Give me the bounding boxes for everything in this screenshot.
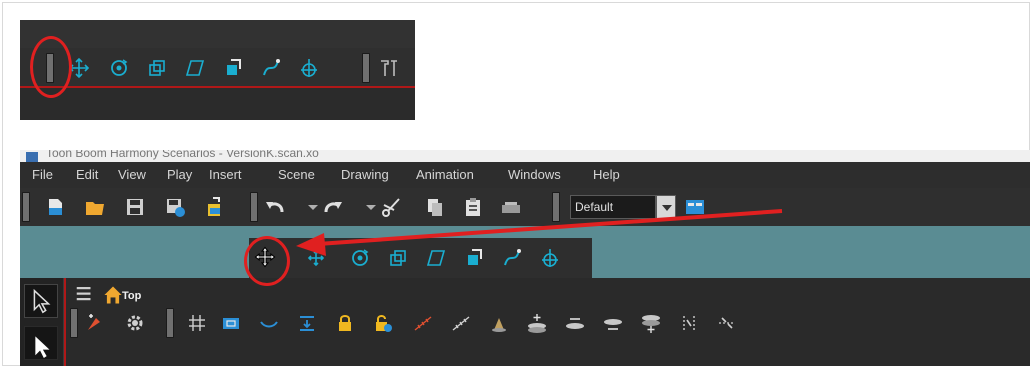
edit-toolbar-handle[interactable] [250,192,258,222]
library-icon[interactable] [500,196,522,218]
tools-sidebar [20,278,64,366]
reset-trace-icon[interactable] [450,312,472,334]
flip-scale-icon[interactable] [488,312,510,334]
animate-icon[interactable] [539,247,561,269]
file-toolbar-handle[interactable] [22,192,30,222]
new-scene-icon[interactable] [44,196,66,218]
settings-gear-icon[interactable] [124,312,146,334]
menu-bar: File Edit View Play Insert Scene Drawing… [20,162,1030,188]
app-icon [26,152,38,162]
layer-minus-icon[interactable] [602,312,624,334]
node-toolbar-handle-2[interactable] [166,308,174,338]
distribute-icon[interactable] [716,312,738,334]
toolbar-end-handle[interactable] [362,53,370,83]
menu-insert[interactable]: Insert [209,167,242,182]
spline-offset-icon[interactable] [260,57,282,79]
lock-add-icon[interactable] [372,312,394,334]
chevron-down-icon [662,205,672,211]
spline-offset-icon[interactable] [501,247,523,269]
light-table-icon[interactable] [296,312,318,334]
maintain-size-icon[interactable] [222,57,244,79]
cut-icon[interactable] [380,196,402,218]
animate-icon[interactable] [298,57,320,79]
menu-play[interactable]: Play [167,167,192,182]
onion-skin-icon[interactable] [258,312,280,334]
safe-area-icon[interactable] [220,312,242,334]
menu-view[interactable]: View [118,167,146,182]
inset-camera-toolbar [20,48,415,88]
redo-icon[interactable] [322,196,344,218]
inset-top-strip [20,20,415,48]
tools-icon[interactable] [378,57,400,79]
skew-icon[interactable] [184,57,206,79]
shift-and-trace-icon[interactable] [412,312,434,334]
inset-red-divider [20,86,415,88]
save-icon[interactable] [124,196,146,218]
menu-drawing[interactable]: Drawing [341,167,389,182]
menu-scene[interactable]: Scene [278,167,315,182]
window-titlebar: Toon Boom Harmony Scenarios - VersionK.s… [20,150,1030,162]
home-icon[interactable] [102,284,122,304]
undo-icon[interactable] [264,196,286,218]
import-icon[interactable] [204,196,226,218]
scale-icon[interactable] [387,247,409,269]
open-folder-icon[interactable] [84,196,106,218]
harmony-window: Toon Boom Harmony Scenarios - VersionK.s… [20,150,1030,366]
skew-icon[interactable] [425,247,447,269]
inset-toolbar-closeup [20,20,415,120]
lock-icon[interactable] [334,312,356,334]
add-layer-above-icon[interactable] [526,312,548,334]
workspace-dropdown-value: Default [575,200,614,214]
workspace-dropdown[interactable]: Default [570,195,656,219]
menu-edit[interactable]: Edit [76,167,98,182]
add-drawing-icon[interactable] [84,312,106,334]
save-as-icon[interactable] [164,196,186,218]
grid-icon[interactable] [186,312,208,334]
paste-icon[interactable] [462,196,484,218]
handle-highlight-circle [30,36,72,98]
move-icon[interactable] [305,247,327,269]
menu-windows[interactable]: Windows [508,167,561,182]
rotate-icon[interactable] [349,247,371,269]
transform-tool-button[interactable] [24,326,58,360]
move-cursor-icon [254,246,284,276]
remove-layer-icon[interactable] [564,312,586,334]
select-tool-button[interactable] [24,284,58,318]
scale-icon[interactable] [146,57,168,79]
window-title: Toon Boom Harmony Scenarios - VersionK.s… [46,150,319,160]
redo-dropdown-icon[interactable] [360,196,382,218]
rotate-icon[interactable] [108,57,130,79]
workspace-manager-icon[interactable] [684,196,706,218]
node-toolbar-handle[interactable] [70,308,78,338]
maintain-size-icon[interactable] [463,247,485,269]
file-toolbar [20,188,1030,226]
workspace-dropdown-arrow[interactable] [656,195,676,219]
workspace-toolbar-handle[interactable] [552,192,560,222]
breadcrumb-top[interactable]: Top [122,290,141,302]
undo-dropdown-icon[interactable] [302,196,324,218]
copy-icon[interactable] [424,196,446,218]
pivot-icon[interactable] [678,312,700,334]
layer-stack-add-icon[interactable] [640,312,662,334]
floating-camera-toolbar[interactable] [249,238,592,278]
view-red-border [64,278,66,366]
menu-icon[interactable] [74,284,91,301]
menu-animation[interactable]: Animation [416,167,474,182]
menu-help[interactable]: Help [593,167,620,182]
menu-file[interactable]: File [32,167,53,182]
